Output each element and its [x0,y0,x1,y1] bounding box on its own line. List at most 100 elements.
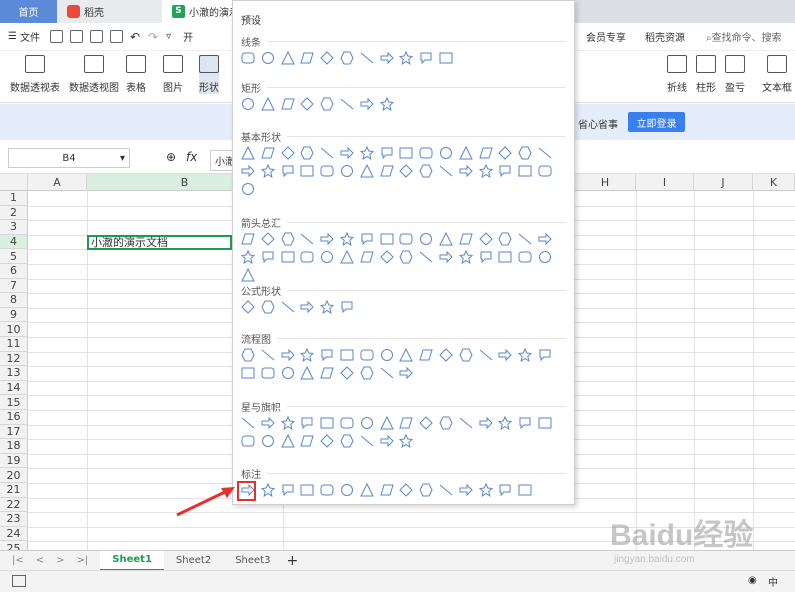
row-header[interactable]: 22 [0,497,28,513]
row-header[interactable]: 7 [0,278,28,294]
shape-option[interactable] [360,51,374,65]
vip-menu[interactable]: 会员专享 [586,29,626,44]
shape-option[interactable] [261,232,275,246]
shape-option[interactable] [241,182,255,196]
row-header[interactable]: 17 [0,424,28,440]
table-button[interactable]: 表格 [126,55,146,94]
shape-option[interactable] [260,163,275,179]
shape-option[interactable] [439,348,453,362]
shape-option[interactable] [380,348,394,362]
row-header[interactable]: 25 [0,541,28,550]
shape-option[interactable] [261,434,275,448]
row-header[interactable]: 1 [0,191,28,206]
shape-option[interactable] [281,348,295,362]
shape-option[interactable] [261,51,275,65]
shape-option[interactable] [518,416,532,430]
shape-option[interactable] [241,366,255,380]
print-icon[interactable] [89,30,103,43]
shape-option[interactable] [419,250,433,264]
shape-option[interactable] [261,416,275,430]
shape-option[interactable] [300,250,314,264]
shape-option[interactable] [459,232,473,246]
shape-option[interactable] [320,51,334,65]
shape-option[interactable] [399,483,414,497]
shape-option[interactable] [419,348,433,362]
shape-option[interactable] [261,250,275,264]
shape-option[interactable] [241,267,255,282]
shape-option[interactable] [320,250,334,264]
shape-option[interactable] [498,415,513,431]
shape-option[interactable] [518,164,532,178]
shape-option[interactable] [419,232,433,246]
shape-option[interactable] [281,250,295,264]
shape-option[interactable] [399,347,414,362]
shape-option[interactable] [340,249,354,264]
shape-option[interactable] [241,232,255,246]
cell-b4[interactable]: 小澈的演示文档 [87,234,232,251]
shape-option[interactable] [281,366,295,380]
shape-option[interactable] [360,250,374,264]
row-header[interactable]: 9 [0,307,28,323]
shape-option[interactable] [261,300,275,314]
shape-option[interactable] [380,434,394,448]
shape-option[interactable] [439,483,453,497]
shape-option[interactable] [538,164,552,178]
row-header[interactable]: 24 [0,526,28,542]
shape-option[interactable] [439,416,453,430]
column-header[interactable]: K [753,174,795,191]
row-header[interactable]: 18 [0,439,28,454]
row-header[interactable]: 13 [0,366,28,381]
shape-option[interactable] [280,50,295,65]
shape-option[interactable] [498,250,512,264]
row-header[interactable]: 19 [0,453,28,469]
tab-start[interactable]: 开 [183,29,193,44]
shape-option[interactable] [300,51,315,65]
shape-option[interactable] [538,250,552,264]
column-header[interactable]: A [28,174,87,191]
nav-prev-icon[interactable]: < [36,555,44,566]
shape-option[interactable] [280,97,295,111]
shape-option[interactable] [478,232,493,246]
shape-option[interactable] [439,250,453,264]
textbox-button[interactable]: 文本框 [762,55,792,94]
shape-option[interactable] [439,164,453,178]
shape-option[interactable] [300,416,314,430]
shape-option[interactable] [261,366,275,380]
shape-option[interactable] [380,51,394,65]
shape-option[interactable] [459,416,473,430]
picture-button[interactable]: 图片 [163,55,183,94]
select-all-corner[interactable] [0,174,28,191]
shape-option[interactable] [359,163,374,178]
shape-option[interactable] [241,300,255,314]
shape-option[interactable] [399,366,414,380]
row-header[interactable]: 20 [0,468,28,483]
shape-option[interactable] [340,416,354,430]
shape-option[interactable] [261,146,275,160]
shape-option[interactable] [300,300,315,314]
shape-option[interactable] [280,146,295,160]
shape-option[interactable] [478,163,493,179]
shape-option[interactable] [241,416,255,430]
shape-option[interactable] [459,483,473,497]
shape-option[interactable] [360,97,374,111]
shape-option[interactable] [340,164,354,178]
shape-option[interactable] [379,164,394,178]
shape-option[interactable] [538,146,552,160]
shape-option[interactable] [359,145,374,161]
shape-option[interactable] [320,299,335,315]
shape-option[interactable] [518,483,532,497]
row-header[interactable]: 23 [0,512,28,527]
shape-option[interactable] [260,482,275,498]
row-header[interactable]: 8 [0,293,28,308]
sheet-tab-1[interactable]: Sheet1 [100,550,164,571]
export-icon[interactable] [69,30,83,43]
shape-option[interactable] [419,164,433,178]
search-box[interactable]: ⌕查找命令、搜索 [706,29,782,44]
shape-option[interactable] [281,483,295,497]
shape-option[interactable] [458,249,473,265]
sheet-tab-2[interactable]: Sheet2 [164,551,223,571]
row-header[interactable]: 4 [0,234,28,250]
shape-option[interactable] [498,232,512,246]
pivot-chart-button[interactable]: 数据透视图 [69,55,119,94]
profit-button[interactable]: 盈亏 [725,55,745,94]
